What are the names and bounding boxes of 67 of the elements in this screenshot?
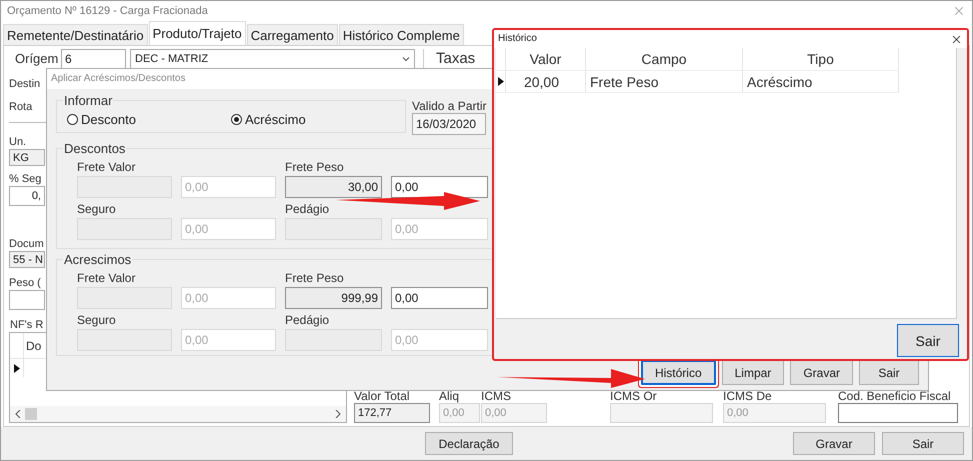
dialog-button[interactable]: Limpar: [722, 360, 784, 385]
text-field[interactable]: 999,99: [285, 287, 382, 309]
text-field[interactable]: 0,: [9, 186, 45, 206]
scrollbar[interactable]: [10, 406, 346, 422]
footer-button[interactable]: Gravar: [793, 432, 875, 455]
group-label: Acrescimos: [63, 252, 132, 267]
text-field[interactable]: 0,00: [391, 176, 488, 198]
field-label: NF's R: [10, 318, 44, 332]
field-label: Pedágio: [285, 202, 330, 216]
field-label: Destin: [9, 77, 40, 91]
group-label: Taxas: [436, 52, 476, 66]
column-header: Do: [25, 338, 42, 352]
dialog-title: Histórico: [498, 32, 537, 46]
table-cell: Frete Peso: [586, 71, 743, 93]
table-cell: 20,00: [506, 71, 586, 93]
dropdown[interactable]: KG: [9, 149, 45, 166]
field-label: Orígem: [14, 52, 60, 66]
tab[interactable]: Remetente/Destinatário: [3, 24, 148, 45]
field-label: Frete Valor: [77, 160, 136, 174]
text-field[interactable]: 6: [61, 49, 126, 69]
footer-button[interactable]: Sair: [882, 432, 964, 455]
scroll-thumb[interactable]: [25, 408, 37, 420]
text-field[interactable]: [9, 290, 45, 310]
text-field[interactable]: 30,00: [285, 176, 382, 198]
chevron-right-icon[interactable]: [335, 410, 341, 418]
tab[interactable]: Histórico Compleme: [338, 24, 464, 45]
field-label: ICMS: [481, 389, 511, 403]
column-header: Tipo: [743, 48, 899, 71]
field-label: ICMS Or: [610, 389, 657, 403]
group-label: Descontos: [63, 141, 126, 156]
dialog-button[interactable]: Gravar: [790, 360, 853, 385]
field-label: Valido a Partir: [412, 99, 486, 113]
field-label: Aliq: [439, 389, 460, 403]
field-label: Frete Peso: [285, 271, 345, 285]
field-label: Un.: [9, 135, 26, 149]
radio-option[interactable]: Desconto: [67, 112, 231, 127]
field-label: Docum: [9, 237, 44, 251]
tab[interactable]: Carregamento: [246, 24, 338, 45]
field-label: Rota: [9, 100, 32, 114]
column-header: Valor: [506, 48, 586, 71]
field-label: Seguro: [77, 202, 117, 216]
table-cell: Acréscimo: [743, 71, 899, 93]
field-label: Valor Total: [354, 389, 410, 403]
date-field[interactable]: 16/03/2020: [412, 113, 486, 135]
field-label: Frete Peso: [285, 160, 345, 174]
declaration-button[interactable]: Declaração: [425, 432, 513, 455]
exit-button[interactable]: Sair: [897, 324, 959, 357]
field-label: Cod. Beneficio Fiscal: [838, 389, 951, 403]
window-title: Orçamento Nº 16129 - Carga Fracionada: [7, 5, 208, 17]
text-field[interactable]: 172,77: [354, 403, 430, 423]
dialog-button[interactable]: Histórico: [640, 360, 716, 385]
tab[interactable]: Produto/Trajeto: [148, 21, 246, 45]
column-header: Campo: [586, 48, 743, 71]
radio-option[interactable]: Acréscimo: [231, 112, 395, 127]
field-label: Seguro: [77, 313, 117, 327]
text-field[interactable]: [838, 403, 958, 423]
text-field[interactable]: 0,00: [391, 287, 488, 309]
dialog-title: Aplicar Acréscimos/Descontos: [51, 72, 186, 86]
field-label: Peso (: [9, 276, 41, 290]
field-label: Frete Valor: [77, 271, 136, 285]
field-label: Pedágio: [285, 313, 330, 327]
dialog-button[interactable]: Sair: [859, 360, 919, 385]
dropdown[interactable]: 55 - N: [9, 251, 45, 268]
field-label: ICMS De: [723, 389, 772, 403]
chevron-left-icon[interactable]: [15, 410, 21, 418]
group-label: Informar: [63, 93, 114, 108]
field-label: % Seg: [9, 172, 42, 186]
